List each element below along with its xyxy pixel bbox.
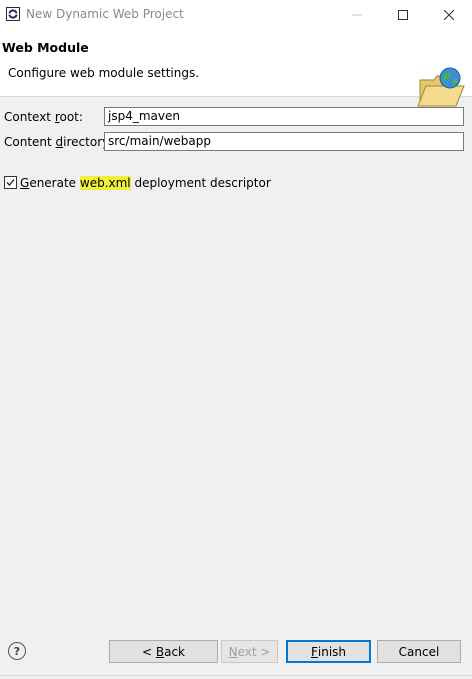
folder-globe-icon [417,67,465,107]
dialog-window: New Dynamic Web Project Web Module Confi… [0,0,472,679]
content-directory-label: Content directory: [4,135,113,149]
eclipse-icon [6,7,20,21]
cancel-button[interactable]: Cancel [377,640,461,663]
maximize-icon [398,10,408,20]
page-title: Web Module [2,40,89,55]
wizard-header: Web Module Configure web module settings… [0,30,472,107]
close-button[interactable] [426,0,472,30]
title-bar[interactable]: New Dynamic Web Project [0,0,472,30]
close-icon [444,10,454,20]
finish-button[interactable]: Finish [286,640,371,663]
page-description: Configure web module settings. [8,66,200,80]
checkmark-icon [6,179,15,186]
maximize-button[interactable] [380,0,426,30]
minimize-button[interactable] [334,0,380,30]
help-button[interactable]: ? [8,642,26,660]
back-button[interactable]: < Back [109,640,218,663]
context-root-label: Context root: [4,110,83,124]
context-root-input[interactable]: jsp4_maven [104,107,464,126]
content-directory-input[interactable]: src/main/webapp [104,132,464,151]
bottom-divider [0,675,472,676]
window-title: New Dynamic Web Project [26,7,184,21]
minimize-icon [352,14,362,16]
next-button[interactable]: Next > [221,640,278,663]
generate-descriptor-checkbox[interactable] [4,176,17,189]
generate-descriptor-label[interactable]: Generate web.xml deployment descriptor [20,176,271,190]
webxml-highlight: web.xml [79,176,131,190]
